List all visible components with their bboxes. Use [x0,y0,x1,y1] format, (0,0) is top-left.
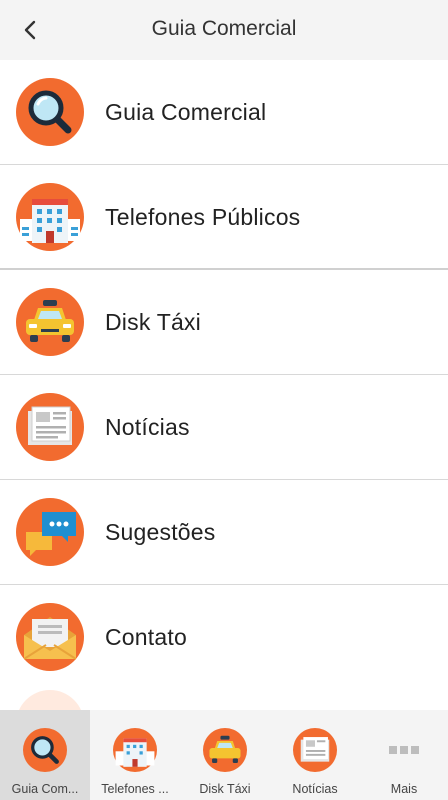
menu-item-disk-taxi[interactable]: Disk Táxi [0,270,448,375]
menu-list: Guia Comercial Telefones Públicos Disk T… [0,60,448,710]
back-button[interactable] [12,12,48,48]
tab-noticias[interactable]: Notícias [270,710,360,800]
menu-item-telefones-publicos[interactable]: Telefones Públicos [0,165,448,270]
envelope-icon [16,603,84,671]
tab-label: Disk Táxi [199,782,251,796]
app-header: Guia Comercial [0,0,448,60]
menu-item-label: Contato [105,624,187,650]
tab-guia-comercial[interactable]: Guia Com... [0,710,90,800]
magnifier-icon [16,78,84,146]
tab-label: Notícias [292,782,338,796]
menu-item-guia-comercial[interactable]: Guia Comercial [0,60,448,165]
menu-item-label: Notícias [105,414,190,440]
building-icon [16,183,84,251]
menu-item-contato[interactable]: Contato [0,585,448,690]
newspaper-icon [16,393,84,461]
page-title: Guia Comercial [151,17,297,40]
tab-label: Guia Com... [11,782,79,796]
bottom-tab-bar: Guia Com... Telefones ... Disk Táxi Notí… [0,710,448,800]
list-overflow-hint [0,686,448,710]
tab-mais[interactable]: Mais [360,710,448,800]
partial-icon [16,690,84,710]
chat-bubbles-icon [16,498,84,566]
newspaper-icon [293,728,337,772]
building-icon [113,728,157,772]
taxi-icon [16,288,84,356]
taxi-icon [203,728,247,772]
menu-item-sugestoes[interactable]: Sugestões [0,480,448,585]
more-dots-icon [382,728,426,772]
tab-telefones[interactable]: Telefones ... [90,710,180,800]
menu-item-label: Sugestões [105,519,216,545]
menu-item-label: Guia Comercial [105,99,267,125]
tab-label: Mais [390,782,418,796]
tab-label: Telefones ... [101,782,169,796]
menu-item-label: Disk Táxi [105,309,201,335]
magnifier-icon [23,728,67,772]
tab-disk-taxi[interactable]: Disk Táxi [180,710,270,800]
menu-item-noticias[interactable]: Notícias [0,375,448,480]
menu-item-label: Telefones Públicos [105,204,301,230]
chevron-left-icon [24,20,36,40]
